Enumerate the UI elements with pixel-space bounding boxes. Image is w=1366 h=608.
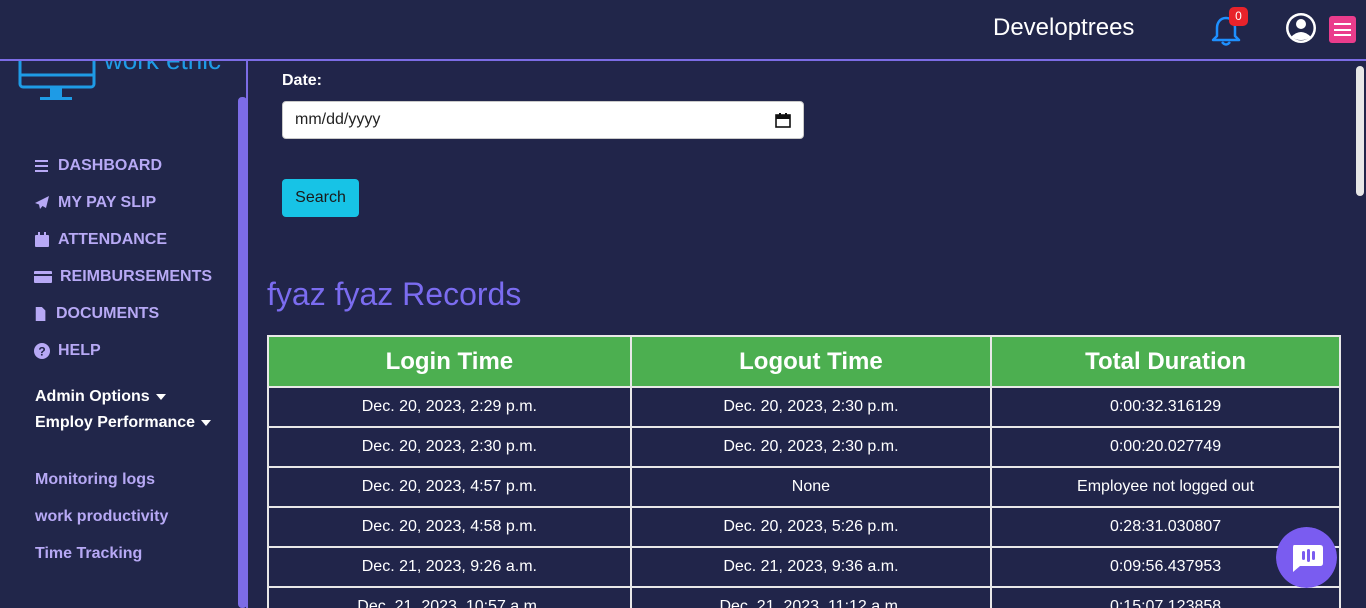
records-title: fyaz fyaz Records <box>267 276 522 312</box>
duration-cell: 0:15:07.123858 <box>990 586 1341 608</box>
brand-name: Developtrees <box>993 14 1135 41</box>
table-row: Dec. 20, 2023, 2:29 p.m. Dec. 20, 2023, … <box>267 386 1341 428</box>
sidebar: work ethic DASHBOARD MY PAY SLIP ATTENDA… <box>0 61 248 608</box>
credit-card-icon <box>34 271 52 283</box>
login-time-cell: Dec. 21, 2023, 9:26 a.m. <box>267 546 632 588</box>
time-tracking-link[interactable]: Time Tracking <box>35 545 142 563</box>
table-row: Dec. 20, 2023, 2:30 p.m. Dec. 20, 2023, … <box>267 426 1341 468</box>
employ-performance-dropdown[interactable]: Employ Performance <box>35 414 212 432</box>
table-row: Dec. 20, 2023, 4:58 p.m. Dec. 20, 2023, … <box>267 506 1341 548</box>
records-table: Login Time Logout Time Total Duration De… <box>267 335 1341 608</box>
bars-icon <box>35 160 48 172</box>
main-scrollbar[interactable] <box>1356 66 1364 196</box>
duration-cell: Employee not logged out <box>990 466 1341 508</box>
chat-widget-button[interactable] <box>1276 527 1337 588</box>
sidebar-item-label: DASHBOARD <box>58 157 162 174</box>
sidebar-item-my-pay-slip[interactable]: MY PAY SLIP <box>34 194 156 212</box>
logout-time-cell: Dec. 20, 2023, 2:30 p.m. <box>629 426 993 468</box>
employ-performance-label: Employ Performance <box>35 414 196 431</box>
work-productivity-link[interactable]: work productivity <box>35 508 168 526</box>
sidebar-item-dashboard[interactable]: DASHBOARD <box>34 157 162 175</box>
main-content: Date: mm/dd/yyyy Search fyaz fyaz Record… <box>250 61 1354 608</box>
duration-cell: 0:00:20.027749 <box>990 426 1341 468</box>
login-time-cell: Dec. 20, 2023, 4:58 p.m. <box>267 506 632 548</box>
login-time-cell: Dec. 21, 2023, 10:57 a.m. <box>267 586 632 608</box>
file-icon <box>35 307 46 321</box>
table-row: Dec. 21, 2023, 9:26 a.m. Dec. 21, 2023, … <box>267 546 1341 588</box>
admin-options-label: Admin Options <box>35 388 150 405</box>
notification-badge: 0 <box>1229 7 1248 26</box>
user-avatar-icon[interactable] <box>1284 11 1318 45</box>
sidebar-item-attendance[interactable]: ATTENDANCE <box>34 231 167 249</box>
sidebar-item-label: ATTENDANCE <box>58 231 168 248</box>
login-time-cell: Dec. 20, 2023, 2:30 p.m. <box>267 426 632 468</box>
sidebar-item-label: DOCUMENTS <box>56 305 160 322</box>
sidebar-scrollbar[interactable] <box>238 97 246 608</box>
logout-time-cell: None <box>629 466 993 508</box>
hamburger-menu-button[interactable] <box>1329 16 1356 43</box>
date-label: Date: <box>282 72 323 89</box>
sidebar-item-label: HELP <box>58 342 101 359</box>
admin-options-dropdown[interactable]: Admin Options <box>35 388 166 406</box>
search-button[interactable]: Search <box>282 179 359 217</box>
paper-plane-icon <box>35 196 49 209</box>
table-header-row: Login Time Logout Time Total Duration <box>267 335 1341 388</box>
sidebar-item-documents[interactable]: DOCUMENTS <box>34 305 159 323</box>
table-row: Dec. 21, 2023, 10:57 a.m. Dec. 21, 2023,… <box>267 586 1341 608</box>
duration-cell: 0:00:32.316129 <box>990 386 1341 428</box>
logout-time-cell: Dec. 21, 2023, 11:12 a.m. <box>629 586 993 608</box>
sidebar-item-help[interactable]: ? HELP <box>34 342 101 360</box>
logout-time-cell: Dec. 21, 2023, 9:36 a.m. <box>629 546 993 588</box>
sidebar-item-label: REIMBURSEMENTS <box>60 268 213 285</box>
monitoring-logs-link[interactable]: Monitoring logs <box>35 471 155 489</box>
sidebar-item-label: MY PAY SLIP <box>58 194 157 211</box>
svg-text:?: ? <box>38 345 45 359</box>
date-input[interactable]: mm/dd/yyyy <box>282 101 804 139</box>
date-placeholder: mm/dd/yyyy <box>295 111 381 128</box>
table-row: Dec. 20, 2023, 4:57 p.m. None Employee n… <box>267 466 1341 508</box>
logo-text: work ethic <box>103 61 221 75</box>
column-header-login-time: Login Time <box>267 335 632 388</box>
column-header-total-duration: Total Duration <box>990 335 1341 388</box>
sidebar-item-reimbursements[interactable]: REIMBURSEMENTS <box>34 268 212 286</box>
question-circle-icon: ? <box>34 343 50 359</box>
column-header-logout-time: Logout Time <box>629 335 993 388</box>
logout-time-cell: Dec. 20, 2023, 5:26 p.m. <box>629 506 993 548</box>
login-time-cell: Dec. 20, 2023, 4:57 p.m. <box>267 466 632 508</box>
work-ethic-logo: work ethic <box>18 61 221 100</box>
caret-down-icon <box>155 393 166 400</box>
top-navbar: Developtrees 0 <box>0 0 1366 61</box>
calendar-picker-icon[interactable] <box>775 112 791 128</box>
logout-time-cell: Dec. 20, 2023, 2:30 p.m. <box>629 386 993 428</box>
calendar-icon <box>35 232 49 247</box>
caret-down-icon <box>201 419 212 426</box>
login-time-cell: Dec. 20, 2023, 2:29 p.m. <box>267 386 632 428</box>
